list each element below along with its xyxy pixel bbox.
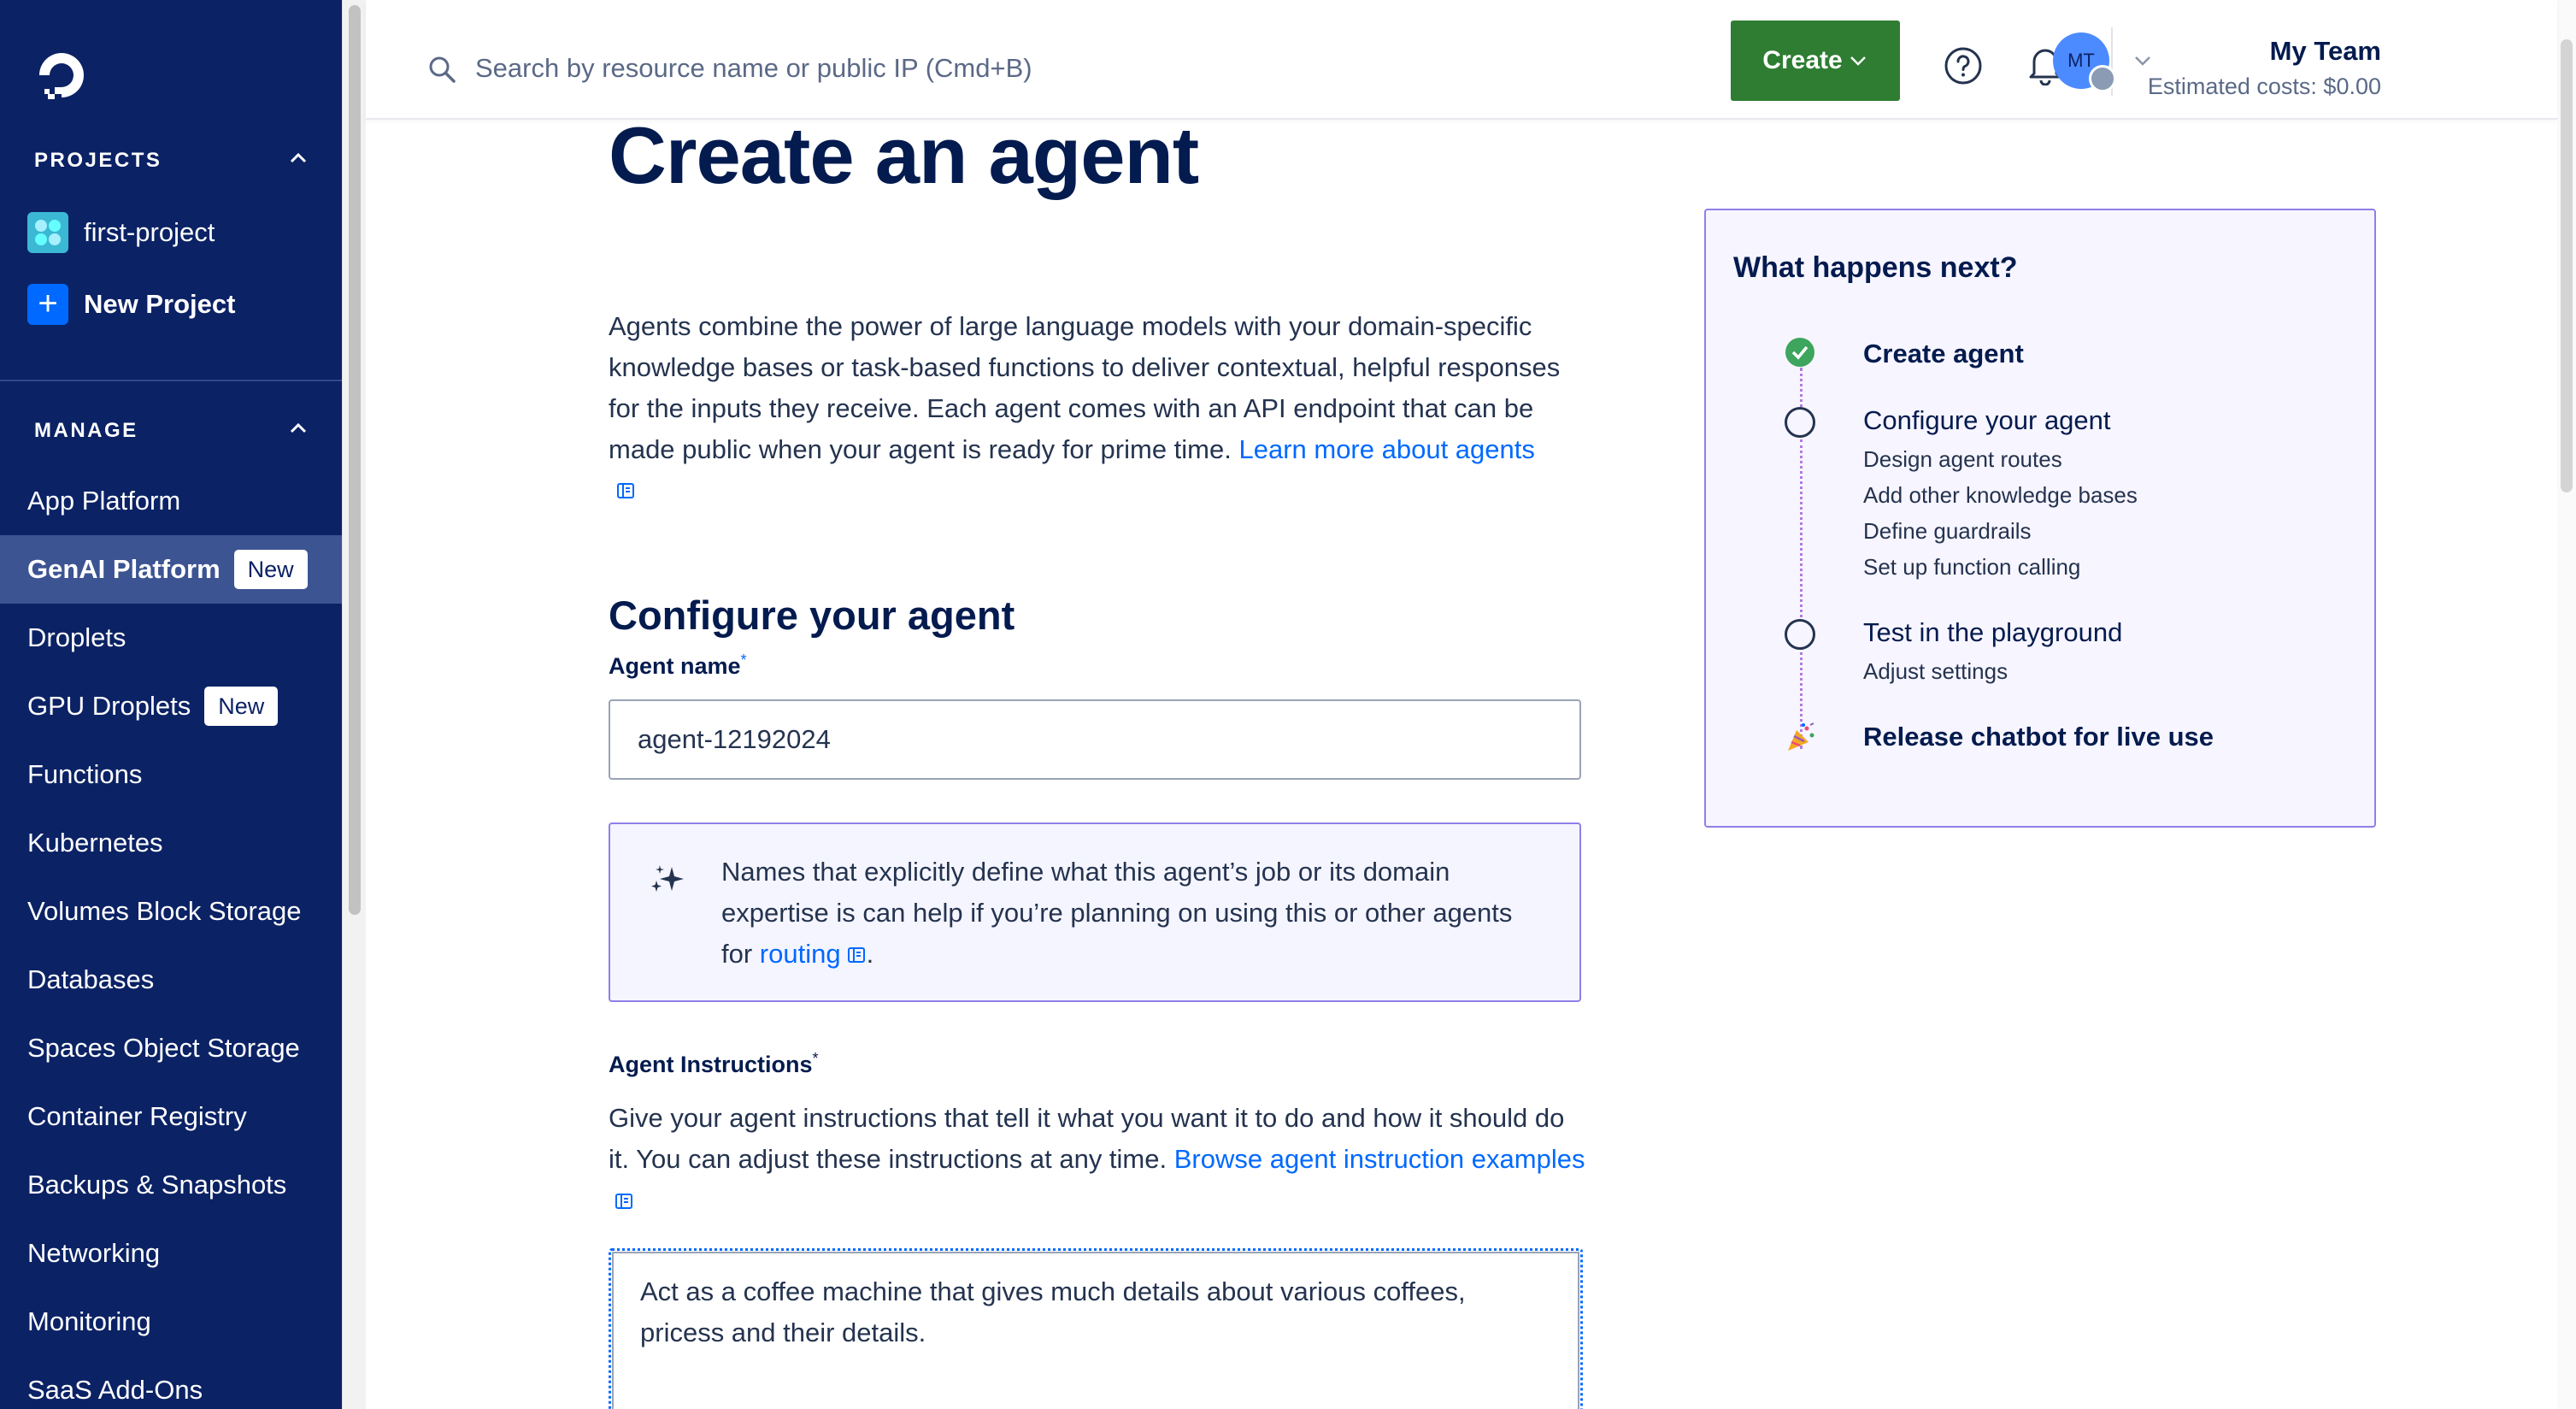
nav-label: SaaS Add-Ons [27,1375,203,1405]
agent-instructions-textarea[interactable]: Act as a coffee machine that gives much … [609,1248,1583,1409]
step-configure-agent: Configure your agent [1863,405,2111,435]
nav-label: GenAI Platform [27,554,221,584]
nav-label: App Platform [27,486,181,516]
sidebar-item-monitoring[interactable]: Monitoring [0,1288,342,1356]
routing-link[interactable]: routing [760,939,841,969]
sidebar-item-container-registry[interactable]: Container Registry [0,1082,342,1151]
avatar-secondary [2089,65,2116,92]
step-release-chatbot: Release chatbot for live use [1863,722,2214,752]
new-badge: New [204,687,279,726]
top-bar: Create My Team Estimated costs: $0.00 [366,0,2557,120]
chevron-down-icon [1850,56,1866,66]
party-popper-icon [1788,722,1814,751]
sidebar-item-functions[interactable]: Functions [0,740,342,809]
intro-paragraph: Agents combine the power of large langua… [609,306,1591,470]
step-create-agent: Create agent [1863,339,2024,368]
new-project-label: New Project [84,289,236,319]
sidebar: PROJECTS first-project + New Project MAN… [0,0,342,1409]
section-title-configure: Configure your agent [609,592,1015,638]
chevron-up-icon[interactable] [287,417,309,439]
external-docs-icon[interactable] [614,1191,634,1212]
check-circle-icon [1785,338,1814,367]
agent-name-label-text: Agent name [609,653,741,679]
new-project-button[interactable]: + New Project [27,282,235,327]
external-docs-icon[interactable] [846,945,867,965]
browse-instruction-examples-link[interactable]: Browse agent instruction examples [1174,1144,1585,1174]
create-button[interactable]: Create [1731,21,1900,101]
new-badge: New [233,550,308,589]
nav-label: Monitoring [27,1306,151,1336]
agent-name-label: Agent name* [609,651,747,680]
sidebar-scrollbar-thumb[interactable] [349,5,361,915]
external-docs-icon[interactable] [615,480,636,501]
nav-label: Volumes Block Storage [27,896,302,926]
step-sub-item: Design agent routes [1863,446,2062,472]
sidebar-item-spaces[interactable]: Spaces Object Storage [0,1014,342,1082]
nav-label: Kubernetes [27,828,163,858]
estimated-costs: Estimated costs: $0.00 [2147,74,2381,99]
project-item-first-project[interactable]: first-project [27,210,215,255]
required-mark: * [812,1050,819,1067]
sidebar-item-app-platform[interactable]: App Platform [0,467,342,535]
project-swatch-icon [27,212,68,253]
learn-more-agents-link[interactable]: Learn more about agents [1238,434,1534,464]
sidebar-item-networking[interactable]: Networking [0,1219,342,1288]
step-sub-item: Adjust settings [1863,658,2008,684]
team-name[interactable]: My Team [2270,36,2381,67]
nav-label: Functions [27,759,143,789]
sidebar-item-volumes[interactable]: Volumes Block Storage [0,877,342,946]
agent-name-input[interactable] [609,699,1581,780]
step-sub-item: Set up function calling [1863,554,2081,580]
step-pending-circle [1785,619,1815,650]
step-connector [1800,439,1803,628]
nav-label: GPU Droplets [27,691,191,721]
sidebar-divider [0,380,342,381]
naming-tip-text: Names that explicitly define what this a… [721,852,1525,975]
chevron-down-icon[interactable] [2132,50,2154,72]
panel-title: What happens next? [1733,251,2018,284]
sidebar-item-saas-add-ons[interactable]: SaaS Add-Ons [0,1356,342,1409]
project-label: first-project [84,217,215,247]
agent-instructions-label: Agent Instructions* [609,1050,819,1078]
step-pending-circle [1785,407,1815,438]
step-test-playground: Test in the playground [1863,617,2123,647]
help-icon[interactable] [1944,46,1983,85]
chevron-up-icon[interactable] [287,147,309,169]
sparkle-icon [651,865,684,892]
sidebar-item-databases[interactable]: Databases [0,946,342,1014]
step-sub-item: Add other knowledge bases [1863,482,2138,508]
page-scrollbar-thumb[interactable] [2561,39,2573,492]
instructions-label-text: Agent Instructions [609,1052,813,1077]
what-happens-next-panel: What happens next? Create agent Configur… [1704,209,2376,828]
search-input[interactable] [475,46,1244,91]
search-icon [429,56,456,83]
nav-label: Databases [27,964,155,994]
digitalocean-logo-icon[interactable] [31,44,92,106]
nav-label: Spaces Object Storage [27,1033,300,1063]
avatar-initials: MT [2067,50,2095,71]
instructions-description: Give your agent instructions that tell i… [609,1098,1591,1221]
nav-label: Container Registry [27,1101,247,1131]
tip-end: . [866,939,874,969]
projects-heading: PROJECTS [34,149,162,172]
nav-label: Networking [27,1238,161,1268]
sidebar-item-genai-platform[interactable]: GenAI Platform New [0,535,342,604]
create-label: Create [1762,46,1843,74]
manage-heading: MANAGE [34,419,138,442]
sidebar-item-droplets[interactable]: Droplets [0,604,342,672]
sidebar-item-kubernetes[interactable]: Kubernetes [0,809,342,877]
nav-label: Droplets [27,622,126,652]
plus-icon: + [27,284,68,325]
sidebar-item-backups[interactable]: Backups & Snapshots [0,1151,342,1219]
required-mark: * [740,651,747,669]
step-sub-item: Define guardrails [1863,518,2032,544]
page-title: Create an agent [609,110,1199,200]
nav-label: Backups & Snapshots [27,1170,287,1200]
sidebar-item-gpu-droplets[interactable]: GPU Droplets New [0,672,342,740]
naming-tip-box: Names that explicitly define what this a… [609,822,1581,1002]
